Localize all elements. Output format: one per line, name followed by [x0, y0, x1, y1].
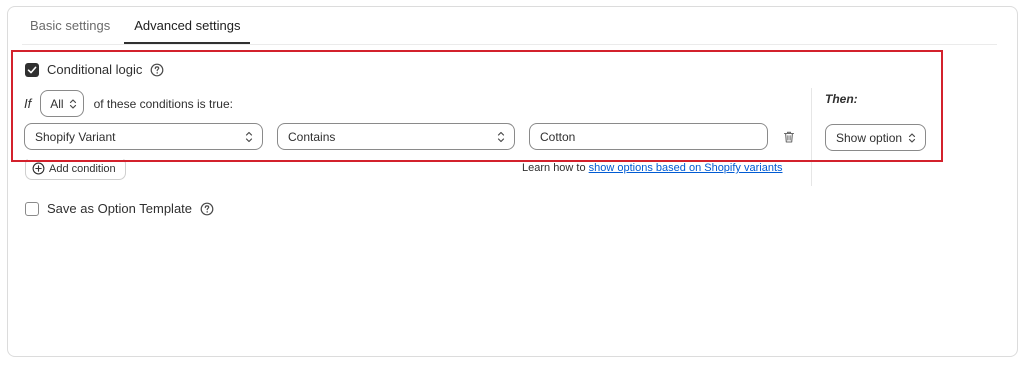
tab-divider: [22, 44, 997, 45]
add-condition-label: Add condition: [49, 162, 116, 175]
condition-value-input[interactable]: Cotton: [529, 123, 768, 150]
question-circle-icon[interactable]: [150, 63, 164, 77]
learn-how-link[interactable]: show options based on Shopify variants: [589, 162, 783, 174]
add-condition-button[interactable]: Add condition: [25, 157, 126, 180]
then-divider: [811, 88, 812, 186]
condition-operator-value: Contains: [288, 129, 336, 144]
condition-value-text: Cotton: [540, 129, 576, 144]
conditional-logic-row: Conditional logic: [25, 62, 164, 77]
chevron-up-down-icon: [69, 98, 76, 109]
match-type-select[interactable]: All: [40, 90, 84, 117]
chevron-up-down-icon: [497, 131, 505, 143]
condition-operator-select[interactable]: Contains: [277, 123, 515, 150]
then-label: Then:: [825, 92, 858, 106]
match-type-value: All: [50, 96, 64, 111]
chevron-up-down-icon: [908, 132, 916, 143]
if-label: If: [24, 96, 32, 111]
learn-how-text: Learn how to show options based on Shopi…: [522, 162, 783, 174]
settings-card: [7, 6, 1018, 357]
save-template-row: Save as Option Template: [25, 201, 214, 216]
question-circle-icon[interactable]: [200, 202, 214, 216]
save-template-label: Save as Option Template: [47, 201, 193, 216]
tab-basic-settings[interactable]: Basic settings: [22, 8, 120, 44]
chevron-up-down-icon: [245, 131, 253, 143]
tab-advanced-settings[interactable]: Advanced settings: [124, 8, 251, 44]
checkmark-icon: [27, 66, 37, 73]
then-action-select[interactable]: Show option: [825, 124, 927, 151]
condition-field-value: Shopify Variant: [35, 129, 116, 144]
if-row: If All of these conditions is true:: [24, 90, 233, 117]
save-template-checkbox[interactable]: [25, 201, 39, 216]
condition-field-select[interactable]: Shopify Variant: [24, 123, 263, 150]
learn-how-prefix: Learn how to: [522, 162, 589, 174]
conditions-text: of these conditions is true:: [93, 96, 233, 111]
trash-icon[interactable]: [782, 130, 796, 144]
tab-bar: Basic settings Advanced settings: [22, 8, 251, 44]
conditional-logic-label: Conditional logic: [47, 62, 143, 77]
plus-circle-icon: [32, 162, 45, 175]
then-action-value: Show option: [836, 130, 903, 145]
conditional-logic-checkbox[interactable]: [25, 62, 39, 77]
